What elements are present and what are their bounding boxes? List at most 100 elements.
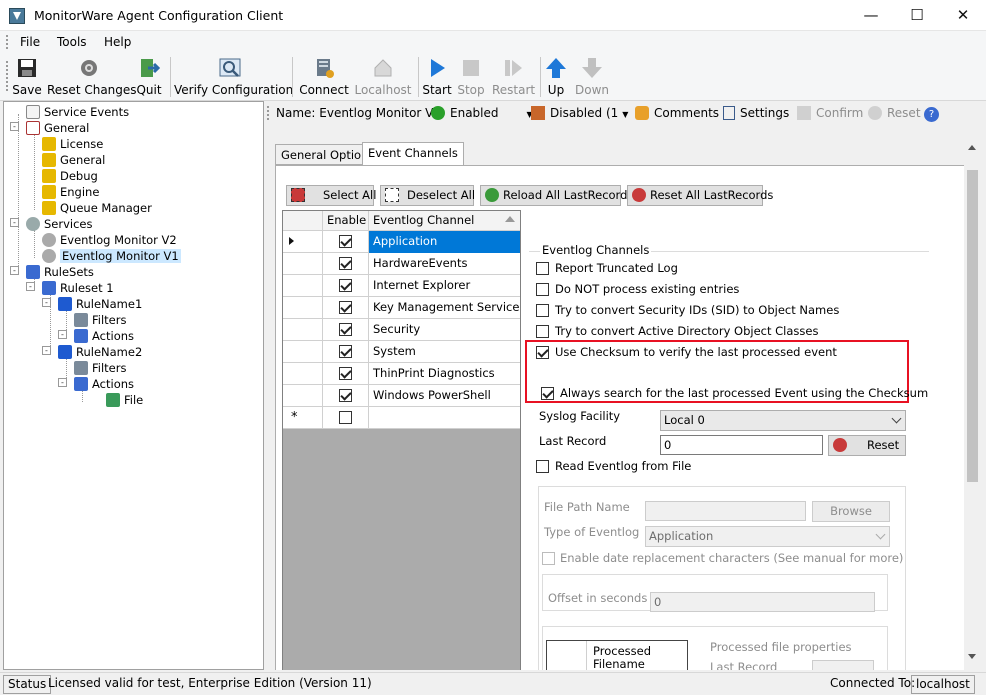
last-record-reset-button[interactable]: Reset: [828, 435, 906, 456]
disabled-dropdown[interactable]: Disabled (1 ▼: [531, 106, 628, 120]
enable-date-checkbox[interactable]: [542, 552, 555, 565]
tab-event-channels[interactable]: Event Channels: [362, 142, 464, 165]
down-button[interactable]: Down: [574, 55, 610, 99]
vertical-scrollbar[interactable]: [964, 140, 981, 670]
menu-tools[interactable]: Tools: [57, 35, 87, 49]
convert-sid-checkbox[interactable]: [536, 304, 549, 317]
row-header[interactable]: [283, 363, 323, 385]
tree-expander[interactable]: -: [42, 298, 51, 307]
table-row[interactable]: Key Management Service: [283, 297, 520, 319]
channel-cell[interactable]: Security: [369, 319, 520, 341]
tree-item-debug[interactable]: Debug: [42, 168, 98, 184]
row-header[interactable]: [283, 385, 323, 407]
tree-expander[interactable]: -: [58, 330, 67, 339]
tree-item-eventlog-monitor-v2[interactable]: Eventlog Monitor V2: [42, 232, 177, 248]
help-button[interactable]: ?: [924, 106, 939, 122]
tree-expander[interactable]: -: [10, 266, 19, 275]
up-button[interactable]: Up: [543, 55, 569, 99]
scroll-down-icon[interactable]: [968, 654, 976, 659]
save-button[interactable]: Save: [10, 55, 44, 99]
browse-button[interactable]: Browse: [812, 501, 890, 522]
tree-item-actions-2[interactable]: Actions: [74, 376, 134, 392]
enabled-dropdown[interactable]: Enabled ▼: [431, 106, 533, 120]
table-row[interactable]: Internet Explorer: [283, 275, 520, 297]
tree-item-general-settings[interactable]: General: [42, 152, 105, 168]
report-truncated-checkbox[interactable]: [536, 262, 549, 275]
enable-checkbox[interactable]: [339, 345, 352, 358]
tree-expander[interactable]: -: [26, 282, 35, 291]
table-row[interactable]: ThinPrint Diagnostics: [283, 363, 520, 385]
file-path-input[interactable]: [645, 501, 806, 521]
scroll-up-icon[interactable]: [968, 145, 976, 150]
confirm-button[interactable]: Confirm: [797, 106, 863, 120]
verify-configuration-button[interactable]: Verify Configuration: [174, 55, 293, 99]
tree-item-queue-manager[interactable]: Queue Manager: [42, 200, 152, 216]
reset-all-lastrecords-button[interactable]: Reset All LastRecords: [627, 185, 773, 206]
enable-checkbox[interactable]: [339, 389, 352, 402]
channel-cell[interactable]: Application: [369, 231, 520, 253]
tree-item-file[interactable]: File: [106, 392, 143, 408]
use-checksum-checkbox[interactable]: [536, 346, 549, 359]
tree-item-service-events[interactable]: Service Events: [26, 104, 129, 120]
deselect-all-button[interactable]: Deselect All: [380, 185, 475, 206]
tree-item-actions-1[interactable]: Actions: [74, 328, 134, 344]
row-header[interactable]: [283, 253, 323, 275]
syslog-facility-select[interactable]: Local 0: [660, 410, 906, 431]
table-row[interactable]: Windows PowerShell: [283, 385, 520, 407]
row-header[interactable]: [283, 319, 323, 341]
tree-item-rulename1[interactable]: RuleName1: [58, 296, 142, 312]
table-row[interactable]: System: [283, 341, 520, 363]
restart-button[interactable]: Restart: [492, 55, 535, 99]
new-table-row[interactable]: *: [283, 407, 520, 429]
settings-button[interactable]: Settings: [723, 106, 789, 120]
do-not-process-checkbox[interactable]: [536, 283, 549, 296]
connect-button[interactable]: Connect: [298, 55, 350, 99]
channel-cell[interactable]: Key Management Service: [369, 297, 520, 319]
enable-checkbox[interactable]: [339, 279, 352, 292]
enable-checkbox[interactable]: [339, 323, 352, 336]
tree-item-engine[interactable]: Engine: [42, 184, 99, 200]
start-button[interactable]: Start: [422, 55, 452, 99]
tree-item-license[interactable]: License: [42, 136, 103, 152]
maximize-button[interactable]: ☐: [894, 0, 940, 31]
always-search-checkbox[interactable]: [541, 387, 554, 400]
select-all-button[interactable]: Select All: [286, 185, 376, 206]
localhost-button[interactable]: Localhost: [354, 55, 412, 99]
table-row[interactable]: HardwareEvents: [283, 253, 520, 275]
tree-item-rulename2[interactable]: RuleName2: [58, 344, 142, 360]
enable-checkbox[interactable]: [339, 411, 352, 424]
tree-expander[interactable]: -: [10, 122, 19, 131]
props-last-record-input[interactable]: [812, 660, 874, 670]
grid-header-enable[interactable]: Enable: [323, 211, 369, 231]
tree-item-ruleset-1[interactable]: Ruleset 1: [42, 280, 114, 296]
table-row[interactable]: Application: [283, 231, 520, 253]
comments-button[interactable]: Comments: [635, 106, 719, 120]
reset-button-toolbar[interactable]: Reset: [868, 106, 921, 120]
table-row[interactable]: Security: [283, 319, 520, 341]
close-button[interactable]: ✕: [940, 0, 986, 31]
tree-item-filters-1[interactable]: Filters: [74, 312, 126, 328]
row-header[interactable]: [283, 341, 323, 363]
row-header[interactable]: [283, 275, 323, 297]
last-record-input[interactable]: 0: [660, 435, 823, 455]
quit-button[interactable]: Quit: [134, 55, 164, 99]
minimize-button[interactable]: —: [848, 0, 894, 31]
enable-checkbox[interactable]: [339, 235, 352, 248]
tree-item-general[interactable]: General: [26, 120, 89, 136]
row-header[interactable]: [283, 231, 323, 253]
channel-cell[interactable]: System: [369, 341, 520, 363]
menu-help[interactable]: Help: [104, 35, 131, 49]
enable-checkbox[interactable]: [339, 301, 352, 314]
scroll-thumb[interactable]: [967, 170, 978, 482]
channel-cell[interactable]: Windows PowerShell: [369, 385, 520, 407]
reload-all-lastrecords-button[interactable]: Reload All LastRecords: [480, 185, 633, 206]
convert-ad-checkbox[interactable]: [536, 325, 549, 338]
channel-cell[interactable]: HardwareEvents: [369, 253, 520, 275]
reset-changes-button[interactable]: Reset Changes: [47, 55, 137, 99]
enable-checkbox[interactable]: [339, 367, 352, 380]
enable-checkbox[interactable]: [339, 257, 352, 270]
read-from-file-checkbox[interactable]: [536, 460, 549, 473]
row-header[interactable]: [283, 297, 323, 319]
tree-expander[interactable]: -: [58, 378, 67, 387]
channel-cell[interactable]: ThinPrint Diagnostics: [369, 363, 520, 385]
